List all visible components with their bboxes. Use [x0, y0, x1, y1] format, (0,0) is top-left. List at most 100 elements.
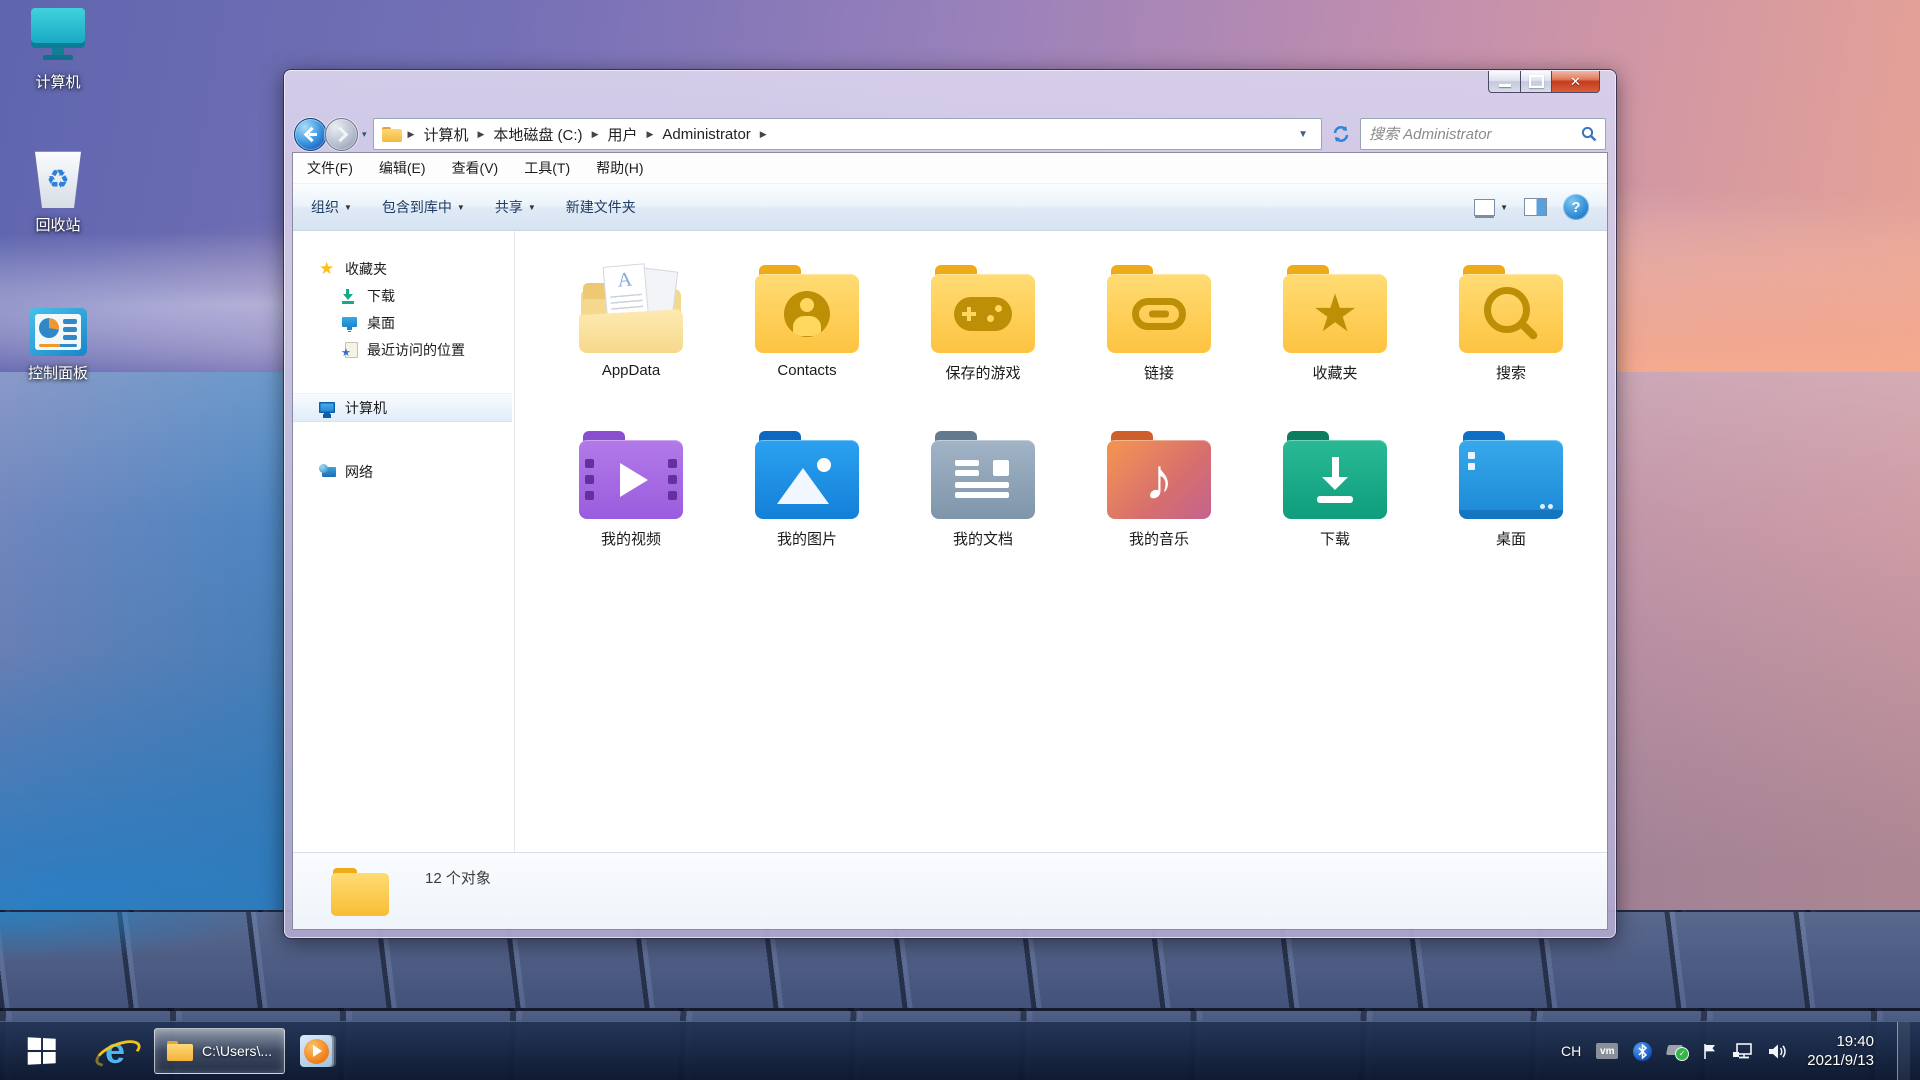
breadcrumb-users[interactable]: 用户 [598, 124, 646, 145]
open-folder-icon [579, 265, 683, 353]
details-pane: 12 个对象 [293, 852, 1607, 929]
maximize-button[interactable] [1521, 71, 1552, 93]
menu-bar: 文件(F) 编辑(E) 查看(V) 工具(T) 帮助(H) [293, 153, 1607, 184]
sidebar-item-computer[interactable]: 计算机 [293, 393, 512, 422]
desktop-icon-label: 回收站 [6, 214, 110, 235]
menu-item-file[interactable]: 文件(F) [307, 158, 353, 178]
folder-item-favorites[interactable]: 收藏夹 [1247, 265, 1423, 383]
videos-folder-icon [579, 431, 683, 519]
action-center-flag-icon[interactable] [1702, 1043, 1718, 1060]
close-icon: ✕ [1570, 74, 1581, 90]
desktop-icon-computer[interactable]: 计算机 [6, 8, 110, 92]
downloads-folder-icon [1283, 431, 1387, 519]
desktop-icon-control-panel[interactable]: 控制面板 [6, 308, 110, 383]
sidebar-item-favorites[interactable]: 收藏夹 [293, 255, 514, 282]
breadcrumb-administrator[interactable]: Administrator [653, 126, 759, 143]
explorer-window: ✕ ▾ ▶ 计算机 ▶ 本地磁盘 (C:) ▶ 用户 ▶ Administrat… [284, 70, 1616, 938]
pictures-folder-icon [755, 431, 859, 519]
organize-button[interactable]: 组织▼ [311, 197, 352, 217]
refresh-button[interactable] [1326, 119, 1356, 149]
media-player-icon [300, 1035, 332, 1067]
folder-icon [331, 868, 389, 916]
minimize-button[interactable] [1488, 71, 1521, 93]
taskbar-item-label: C:\Users\... [202, 1043, 272, 1059]
breadcrumb-separator: ▶ [408, 129, 415, 140]
vmware-tools-icon[interactable]: ✓ [1667, 1043, 1687, 1059]
desktop-icon [341, 314, 359, 332]
network-icon [319, 463, 337, 481]
navigation-bar: ▾ ▶ 计算机 ▶ 本地磁盘 (C:) ▶ 用户 ▶ Administrator… [292, 116, 1608, 152]
documents-folder-icon [931, 431, 1035, 519]
computer-icon [319, 399, 337, 417]
folder-view: AppData Contacts 保存的游戏 [515, 231, 1607, 852]
network-icon[interactable] [1733, 1043, 1753, 1060]
chevron-down-icon: ▼ [1500, 203, 1508, 212]
history-dropdown-icon[interactable]: ▾ [362, 129, 367, 140]
folder-icon [167, 1041, 193, 1061]
folder-item-contacts[interactable]: Contacts [719, 265, 895, 383]
computer-icon [31, 8, 85, 60]
sidebar-item-desktop[interactable]: 桌面 [293, 309, 514, 336]
volume-icon[interactable] [1768, 1043, 1788, 1060]
desktop-icon-label: 控制面板 [6, 362, 110, 383]
clock[interactable]: 19:40 2021/9/13 [1807, 1032, 1874, 1071]
menu-item-help[interactable]: 帮助(H) [596, 158, 643, 178]
search-input[interactable] [1361, 126, 1581, 143]
folder-item-searches[interactable]: 搜索 [1423, 265, 1599, 383]
preview-pane-button[interactable] [1524, 198, 1547, 216]
breadcrumb-separator: ▶ [760, 129, 767, 140]
sidebar-item-downloads[interactable]: 下载 [293, 282, 514, 309]
help-button[interactable]: ? [1563, 194, 1589, 220]
taskbar-item-explorer-active[interactable]: C:\Users\... [154, 1028, 285, 1074]
desktop-icon-recycle-bin[interactable]: 回收站 [6, 150, 110, 235]
address-bar[interactable]: ▶ 计算机 ▶ 本地磁盘 (C:) ▶ 用户 ▶ Administrator ▶… [373, 118, 1322, 150]
bluetooth-icon[interactable] [1633, 1042, 1652, 1061]
chevron-down-icon: ▼ [344, 203, 352, 212]
chevron-down-icon: ▼ [457, 203, 465, 212]
folder-item-appdata[interactable]: AppData [543, 265, 719, 383]
share-button[interactable]: 共享▼ [495, 197, 536, 217]
windows-logo-icon [27, 1037, 55, 1065]
forward-button[interactable] [325, 118, 358, 151]
breadcrumb-local-disk-c[interactable]: 本地磁盘 (C:) [484, 124, 591, 145]
close-button[interactable]: ✕ [1552, 71, 1600, 93]
sidebar-item-recent-places[interactable]: 最近访问的位置 [293, 336, 514, 363]
back-button[interactable] [294, 118, 327, 151]
mountain-icon [771, 454, 843, 506]
question-icon: ? [1571, 199, 1580, 216]
change-view-button[interactable]: ▼ [1474, 199, 1508, 216]
view-icon [1474, 199, 1495, 216]
taskbar: e C:\Users\... CH vm ✓ [0, 1021, 1920, 1080]
control-panel-icon [29, 308, 87, 356]
address-dropdown-icon[interactable]: ▼ [1289, 129, 1317, 140]
folder-item-my-documents[interactable]: 我的文档 [895, 431, 1071, 549]
folder-item-saved-games[interactable]: 保存的游戏 [895, 265, 1071, 383]
breadcrumb-computer[interactable]: 计算机 [414, 124, 477, 145]
menu-item-view[interactable]: 查看(V) [452, 158, 499, 178]
taskbar-item-media-player[interactable] [285, 1022, 347, 1080]
folder-item-desktop[interactable]: 桌面 [1423, 431, 1599, 549]
title-bar[interactable]: ✕ [292, 70, 1608, 116]
new-folder-button[interactable]: 新建文件夹 [566, 197, 636, 217]
folder-item-links[interactable]: 链接 [1071, 265, 1247, 383]
folder-item-downloads[interactable]: 下载 [1247, 431, 1423, 549]
vmware-icon[interactable]: vm [1596, 1043, 1618, 1059]
show-desktop-button[interactable] [1897, 1022, 1910, 1080]
menu-item-edit[interactable]: 编辑(E) [379, 158, 426, 178]
folder-item-my-videos[interactable]: 我的视频 [543, 431, 719, 549]
start-button[interactable] [0, 1022, 84, 1080]
music-folder-icon [1107, 431, 1211, 519]
menu-item-tools[interactable]: 工具(T) [524, 158, 570, 178]
breadcrumb-separator: ▶ [477, 129, 484, 140]
taskbar-item-internet-explorer[interactable]: e [84, 1022, 146, 1080]
folder-item-my-music[interactable]: 我的音乐 [1071, 431, 1247, 549]
download-icon [341, 287, 359, 305]
include-in-library-button[interactable]: 包含到库中▼ [382, 197, 465, 217]
favorites-folder-icon [1283, 265, 1387, 353]
folder-item-my-pictures[interactable]: 我的图片 [719, 431, 895, 549]
searches-folder-icon [1459, 265, 1563, 353]
desktop-icon-label: 计算机 [6, 71, 110, 92]
window-client-area: 文件(F) 编辑(E) 查看(V) 工具(T) 帮助(H) 组织▼ 包含到库中▼… [292, 152, 1608, 930]
sidebar-item-network[interactable]: 网络 [293, 458, 514, 485]
language-indicator[interactable]: CH [1561, 1043, 1581, 1059]
